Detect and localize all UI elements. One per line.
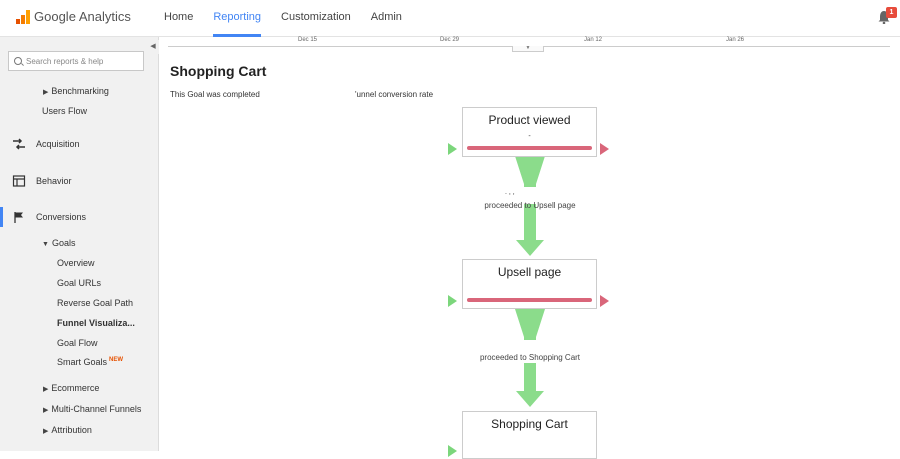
sidebar-item-overview[interactable]: Overview	[57, 258, 95, 268]
sidebar-item-goals[interactable]: ▼ Goals	[42, 238, 75, 248]
stage-value: -	[528, 133, 531, 140]
stage-exit-bar	[467, 298, 592, 302]
timeline-label: Dec 15	[298, 37, 318, 43]
goal-completed-label: This Goal was completed	[170, 90, 260, 99]
funnel-conversion-rate-label: 'unnel conversion rate	[355, 90, 434, 99]
funnel-flow-1	[515, 156, 545, 256]
acquisition-icon	[13, 138, 25, 150]
proceed-label: proceeded to Upsell page	[484, 201, 576, 210]
sidebar-item-attribution[interactable]: ▶ Attribution	[43, 425, 92, 435]
analytics-logo-icon	[16, 9, 30, 24]
stage-title: Upsell page	[497, 265, 562, 279]
main-content: Dec 15 Dec 29 Jan 12 Jan 26 ▼ Shopping C…	[160, 37, 900, 459]
sidebar-item-goal-flow[interactable]: Goal Flow	[57, 338, 98, 348]
stage-title: Shopping Cart	[491, 417, 568, 431]
notification-badge: 1	[886, 7, 897, 18]
entrance-arrow-icon[interactable]	[448, 295, 457, 307]
page-title: Shopping Cart	[170, 63, 267, 79]
funnel-stage-shopping-cart[interactable]: Shopping Cart	[462, 411, 597, 459]
sidebar-item-funnel-visualization[interactable]: Funnel Visualiza...	[57, 318, 135, 328]
entrance-arrow-icon[interactable]	[448, 445, 457, 457]
stage-exit-bar	[467, 146, 592, 150]
stage-title: Product viewed	[488, 113, 571, 127]
nav-admin[interactable]: Admin	[371, 0, 402, 37]
search-input[interactable]	[26, 56, 141, 66]
sidebar-item-users-flow[interactable]: Users Flow	[42, 106, 87, 116]
sidebar-item-smart-goals[interactable]: Smart Goals NEW	[57, 357, 123, 367]
timeline-label: Jan 12	[584, 37, 603, 43]
sidebar-item-reverse-goal-path[interactable]: Reverse Goal Path	[57, 298, 133, 308]
sidebar-item-goal-urls[interactable]: Goal URLs	[57, 278, 101, 288]
collapse-sidebar-icon[interactable]: ◀	[147, 40, 159, 54]
sidebar: ▶Benchmarking Users Flow Acquisition Beh…	[0, 37, 159, 451]
flag-icon	[14, 212, 23, 223]
app-logo[interactable]: Google Analytics	[16, 9, 131, 24]
search-icon	[14, 57, 22, 65]
new-badge: NEW	[109, 357, 124, 363]
timeline-toggle-icon[interactable]: ▼	[512, 46, 544, 52]
app-title: Google Analytics	[34, 9, 131, 24]
sidebar-item-acquisition[interactable]: Acquisition	[0, 134, 158, 154]
sidebar-item-ecommerce[interactable]: ▶ Ecommerce	[43, 383, 99, 393]
timeline-label: Jan 26	[726, 37, 745, 43]
nav-reporting[interactable]: Reporting	[213, 0, 261, 37]
main-nav: Home Reporting Customization Admin	[164, 0, 422, 37]
funnel-stage-product-viewed[interactable]: Product viewed -	[462, 107, 597, 157]
sidebar-item-behavior[interactable]: Behavior	[0, 171, 158, 191]
sidebar-item-conversions[interactable]: Conversions	[0, 207, 158, 227]
entrance-arrow-icon[interactable]	[448, 143, 457, 155]
funnel-stage-upsell-page[interactable]: Upsell page	[462, 259, 597, 309]
behavior-icon	[12, 175, 26, 187]
search-box	[8, 51, 144, 71]
exit-arrow-icon[interactable]	[600, 295, 609, 307]
nav-customization[interactable]: Customization	[281, 0, 351, 37]
exit-arrow-icon[interactable]	[600, 143, 609, 155]
sidebar-item-multi-channel-funnels[interactable]: ▶ Multi-Channel Funnels	[43, 404, 141, 414]
nav-home[interactable]: Home	[164, 0, 193, 37]
proceed-value: . , ,	[505, 189, 515, 196]
sidebar-item-benchmarking[interactable]: ▶ Benchmarking	[43, 86, 109, 96]
timeline-label: Dec 29	[440, 37, 460, 43]
top-bar: Google Analytics Home Reporting Customiz…	[0, 0, 900, 37]
proceed-label: proceeded to Shopping Cart	[479, 353, 581, 362]
